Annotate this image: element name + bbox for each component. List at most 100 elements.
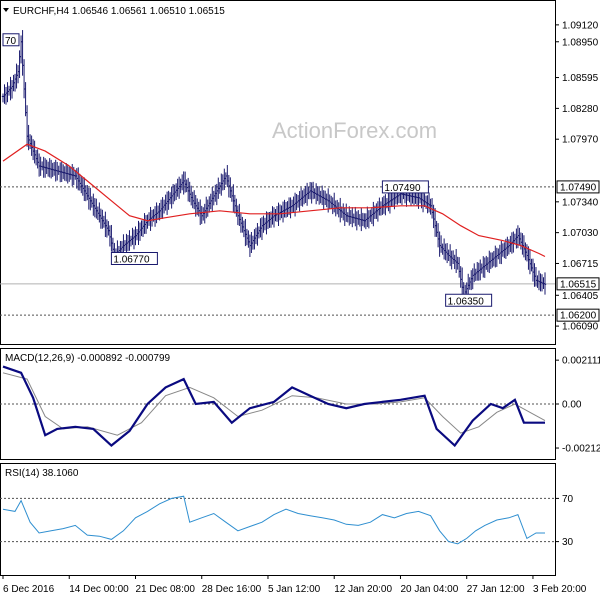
price-bar	[65, 163, 68, 182]
price-bar	[436, 223, 440, 248]
price-bar	[144, 215, 148, 234]
price-bar	[247, 230, 250, 248]
price-bar	[31, 139, 35, 161]
x-tick-label: 27 Jan 12:00	[467, 584, 525, 595]
price-bar	[150, 209, 154, 227]
price-bar	[170, 186, 173, 209]
price-bar	[367, 210, 371, 229]
price-bar	[518, 227, 521, 245]
price-bar	[146, 214, 149, 229]
price-bar	[69, 167, 72, 180]
price-bar	[241, 216, 244, 233]
price-bar	[90, 196, 94, 208]
price-bar	[143, 213, 146, 234]
price-panel-frame	[0, 0, 556, 345]
x-tick-label: 21 Dec 08:00	[135, 584, 195, 595]
price-bar	[284, 201, 288, 218]
price-bar	[311, 181, 315, 200]
price-bar	[391, 192, 395, 207]
watermark: ActionForex.com	[272, 118, 437, 143]
price-bar	[346, 212, 349, 223]
price-bar	[281, 201, 285, 223]
level-label: 1.06200	[556, 308, 600, 322]
price-bar	[370, 207, 374, 224]
x-tick-label: 12 Jan 20:00	[334, 584, 392, 595]
price-bar	[498, 244, 502, 264]
price-bar	[479, 259, 482, 281]
price-bar	[429, 198, 432, 215]
price-bar	[345, 203, 348, 222]
price-bar	[19, 35, 23, 64]
price-bar	[316, 186, 319, 202]
price-bar	[448, 244, 452, 267]
price-bar	[388, 191, 392, 214]
rsi-panel	[0, 495, 555, 545]
price-bar	[125, 233, 128, 254]
price-bar	[512, 231, 515, 253]
price-bar	[299, 187, 303, 206]
annotation-box: 1.06770	[110, 251, 158, 265]
price-bar	[36, 149, 39, 169]
price-bar	[101, 209, 104, 229]
price-bar	[454, 248, 458, 274]
price-bar	[102, 215, 106, 228]
price-bar	[253, 229, 256, 250]
price-bar	[104, 211, 107, 237]
price-bar	[271, 206, 274, 225]
price-bar	[177, 176, 181, 199]
price-bar	[40, 161, 44, 171]
price-bar	[384, 194, 387, 216]
price-bar	[208, 196, 211, 213]
price-bar	[495, 247, 499, 267]
price-bar	[229, 177, 232, 198]
price-bar	[310, 182, 313, 204]
price-bar	[135, 229, 139, 241]
price-bar	[470, 270, 473, 291]
price-bar	[162, 199, 166, 214]
price-bar	[185, 179, 188, 193]
price-bar	[432, 204, 435, 229]
price-bar	[224, 172, 228, 185]
x-tick-label: 6 Dec 2016	[3, 584, 55, 595]
axes: 1.09120 1.08950 1.08595 1.08280 1.07970 1.073…	[2, 20, 600, 595]
price-bar	[191, 191, 194, 209]
price-bar	[164, 194, 167, 211]
y-tick-label: 0.00	[562, 400, 582, 411]
price-bar	[24, 82, 27, 117]
price-bar	[477, 262, 480, 281]
price-bar	[200, 205, 203, 224]
price-bar	[357, 210, 360, 225]
annotation-box: 70	[2, 33, 20, 47]
annotation-label: 1.07490	[384, 183, 421, 194]
triangle-down-icon[interactable]	[3, 8, 9, 12]
price-bar	[46, 161, 50, 177]
y-tick-label: 1.09120	[562, 20, 599, 31]
price-bar	[524, 242, 527, 261]
y-tick-label: 1.06715	[562, 259, 599, 270]
price-bar	[515, 228, 518, 249]
price-bar	[37, 153, 41, 177]
price-bar	[230, 186, 234, 202]
current-price-label: 1.06515	[556, 277, 600, 291]
price-bar	[492, 250, 496, 267]
price-bar	[62, 164, 65, 180]
x-tick-label: 14 Dec 00:00	[69, 584, 129, 595]
price-bar	[530, 258, 533, 272]
price-bar	[500, 240, 503, 265]
price-bar	[232, 184, 235, 213]
level-label-text: 1.06200	[560, 311, 597, 322]
price-bar	[182, 171, 185, 195]
y-tick-label: 1.08595	[562, 73, 599, 84]
y-tick-label: 0.002111	[562, 356, 600, 367]
price-bar	[305, 182, 309, 206]
rsi-line	[2, 495, 545, 545]
price-bar	[442, 238, 446, 260]
price-bar	[129, 235, 133, 247]
price-bar	[491, 252, 494, 268]
price-bar	[438, 231, 441, 257]
price-bar	[27, 124, 30, 151]
price-bar	[107, 221, 110, 236]
price-bar	[328, 194, 331, 209]
price-bar	[453, 254, 456, 270]
price-bar	[34, 149, 38, 166]
